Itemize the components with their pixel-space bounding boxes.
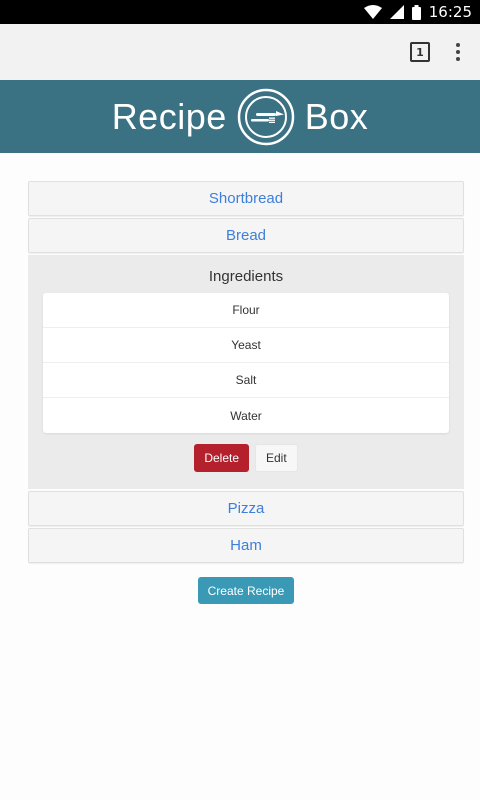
create-recipe-button[interactable]: Create Recipe — [197, 577, 295, 604]
recipe-panel-shortbread[interactable]: Shortbread — [28, 181, 464, 216]
ingredient-item: Flour — [43, 293, 449, 328]
ingredient-item: Yeast — [43, 328, 449, 363]
header-title-right: Box — [304, 95, 369, 137]
recipe-panel-ham[interactable]: Ham — [28, 528, 464, 563]
signal-icon — [389, 5, 404, 19]
recipe-actions: Delete Edit — [43, 444, 449, 472]
create-row: Create Recipe — [28, 577, 464, 604]
tabs-icon[interactable]: 1 — [410, 42, 430, 62]
recipe-title[interactable]: Ham — [230, 537, 262, 554]
status-bar: 16:25 — [0, 0, 480, 24]
fork-knife-plate-icon — [237, 88, 295, 146]
main-content: Shortbread Bread Ingredients Flour Yeast… — [0, 153, 480, 604]
recipe-title[interactable]: Shortbread — [209, 190, 283, 207]
header-title-left: Recipe — [111, 95, 227, 137]
ingredient-item: Water — [230, 408, 262, 423]
browser-toolbar: 1 — [0, 24, 480, 80]
ingredients-list: Flour Yeast Salt Water — [43, 293, 449, 433]
app-header: Recipe Box — [0, 80, 480, 153]
battery-icon — [411, 4, 421, 20]
status-time: 16:25 — [428, 3, 472, 21]
recipe-details-bread: Ingredients Flour Yeast Salt Water Delet… — [28, 255, 464, 489]
recipe-panel-pizza[interactable]: Pizza — [28, 491, 464, 526]
recipe-panel-bread[interactable]: Bread — [28, 218, 464, 253]
ingredients-heading: Ingredients — [208, 268, 284, 285]
tab-count: 1 — [416, 45, 424, 59]
recipe-accordion: Shortbread Bread Ingredients Flour Yeast… — [28, 181, 464, 563]
overflow-menu-icon[interactable] — [456, 42, 460, 63]
ingredient-item: Salt — [43, 363, 449, 398]
recipe-title[interactable]: Pizza — [228, 500, 265, 517]
edit-button[interactable]: Edit — [255, 444, 298, 472]
recipe-title[interactable]: Bread — [226, 227, 266, 244]
delete-button[interactable]: Delete — [194, 444, 249, 472]
wifi-icon — [363, 5, 382, 19]
